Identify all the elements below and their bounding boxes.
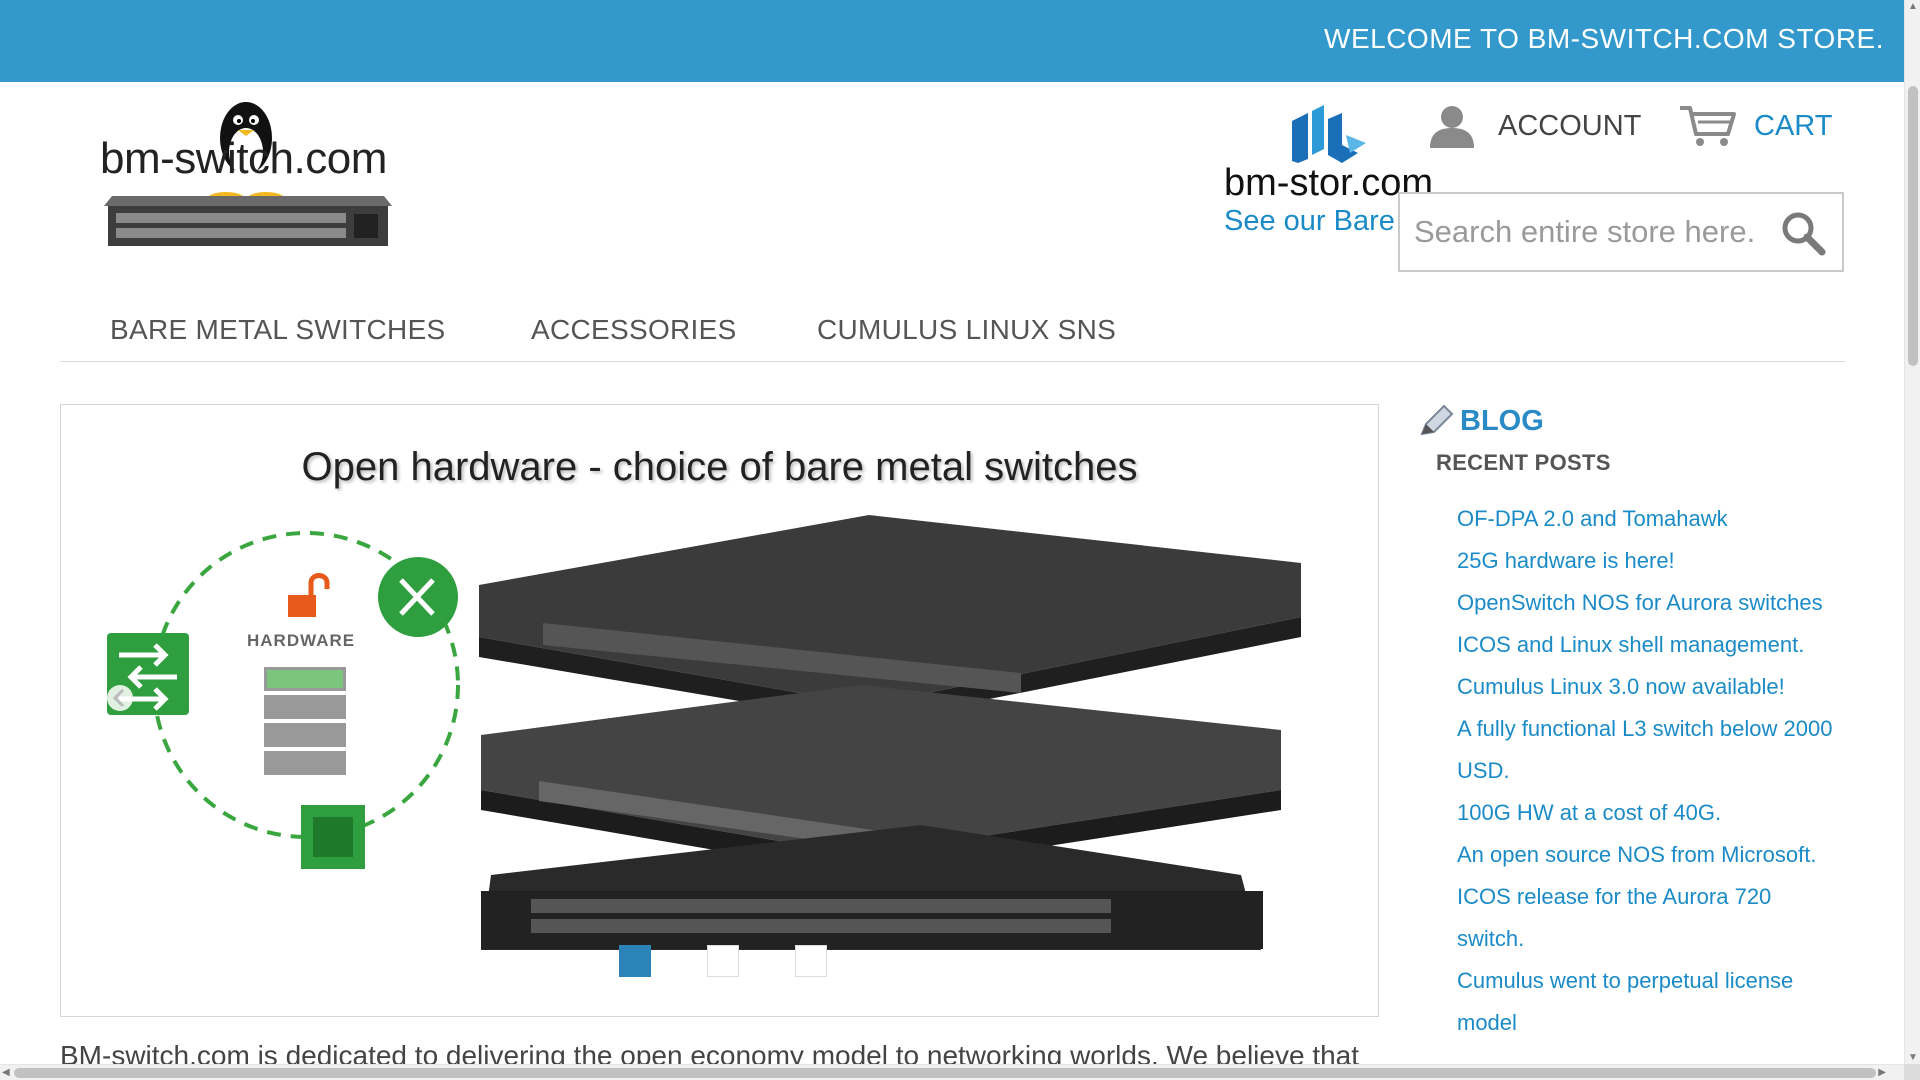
logo-text: bm-switch.com	[100, 134, 387, 183]
slider-dot-2[interactable]	[707, 945, 739, 977]
scroll-up-icon[interactable]: ▲	[1908, 1, 1918, 12]
scroll-left-icon[interactable]: ◀	[2, 1067, 10, 1078]
blog-post-link[interactable]: 100G HW at a cost of 40G.	[1457, 792, 1837, 834]
blog-sidebar: BLOG RECENT POSTS OF-DPA 2.0 and Tomahaw…	[1418, 404, 1858, 1044]
blog-post-link[interactable]: OF-DPA 2.0 and Tomahawk	[1457, 498, 1837, 540]
slider-prev-button[interactable]	[107, 685, 133, 711]
blog-post-link[interactable]: A fully functional L3 switch below 2000 …	[1457, 708, 1837, 792]
blog-post-link[interactable]: OpenSwitch NOS for Aurora switches	[1457, 582, 1837, 624]
partner-link[interactable]: See our Bare	[1224, 205, 1404, 238]
scroll-down-icon[interactable]: ▼	[1908, 1052, 1918, 1063]
recent-posts-heading: RECENT POSTS	[1436, 450, 1611, 475]
recent-posts-list: OF-DPA 2.0 and Tomahawk 25G hardware is …	[1457, 498, 1837, 1044]
intro-paragraph: BM-switch.com is dedicated to delivering…	[60, 1040, 1360, 1064]
blog-post-link[interactable]: ICOS and Linux shell management.	[1457, 624, 1837, 666]
slider-dot-3[interactable]	[795, 945, 827, 977]
search-icon	[1782, 212, 1826, 256]
vertical-scrollbar[interactable]: ▲ ▼	[1904, 0, 1920, 1064]
slider-dot-1[interactable]	[619, 945, 651, 977]
welcome-text: WELCOME TO BM-SWITCH.COM STORE.	[1324, 23, 1884, 54]
blog-post-link[interactable]: 25G hardware is here!	[1457, 540, 1837, 582]
blog-post-link[interactable]: Cumulus went to perpetual license model	[1457, 960, 1837, 1044]
blog-post-link[interactable]: ICOS release for the Aurora 720 switch.	[1457, 876, 1837, 960]
search-button[interactable]	[1780, 210, 1826, 256]
hardware-label: HARDWARE	[247, 631, 356, 650]
scroll-right-icon[interactable]: ▶	[1878, 1067, 1886, 1078]
slider-dots	[619, 945, 827, 977]
search-input[interactable]	[1414, 212, 1774, 252]
slide-image	[107, 515, 1301, 950]
page: WELCOME TO BM-SWITCH.COM STORE. bm-switc…	[0, 0, 1904, 1064]
account-link[interactable]: ACCOUNT	[1428, 104, 1641, 148]
main-nav: BARE METAL SWITCHES ACCESSORIES CUMULUS …	[60, 298, 1845, 362]
blog-post-link[interactable]: Cumulus Linux 3.0 now available!	[1457, 666, 1837, 708]
pencil-icon	[1420, 404, 1454, 436]
vertical-scroll-thumb[interactable]	[1908, 86, 1918, 366]
user-icon	[1430, 106, 1474, 148]
chevron-left-icon	[112, 688, 125, 708]
scrollbar-corner	[1904, 1064, 1920, 1080]
cart-link[interactable]: CART	[1678, 104, 1832, 148]
search-box	[1398, 192, 1844, 272]
account-label: ACCOUNT	[1498, 109, 1642, 142]
nav-item-bare-metal-switches[interactable]: BARE METAL SWITCHES	[110, 314, 446, 346]
horizontal-scroll-thumb[interactable]	[14, 1068, 1876, 1078]
blog-post-link[interactable]: An open source NOS from Microsoft.	[1457, 834, 1837, 876]
nav-item-cumulus-linux-sns[interactable]: CUMULUS LINUX SNS	[817, 314, 1116, 346]
hero-slider[interactable]: Open hardware - choice of bare metal swi…	[60, 404, 1379, 1017]
welcome-bar: WELCOME TO BM-SWITCH.COM STORE.	[0, 0, 1904, 82]
blog-header: BLOG	[1418, 404, 1858, 438]
blog-title[interactable]: BLOG	[1460, 405, 1544, 438]
horizontal-scrollbar[interactable]: ◀ ▶	[0, 1064, 1904, 1080]
partner-logo-icon	[1292, 105, 1366, 163]
cart-label: CART	[1754, 109, 1833, 142]
cart-icon	[1680, 106, 1736, 146]
site-logo[interactable]: bm-switch.com	[98, 98, 398, 258]
nav-item-accessories[interactable]: ACCESSORIES	[531, 314, 737, 346]
